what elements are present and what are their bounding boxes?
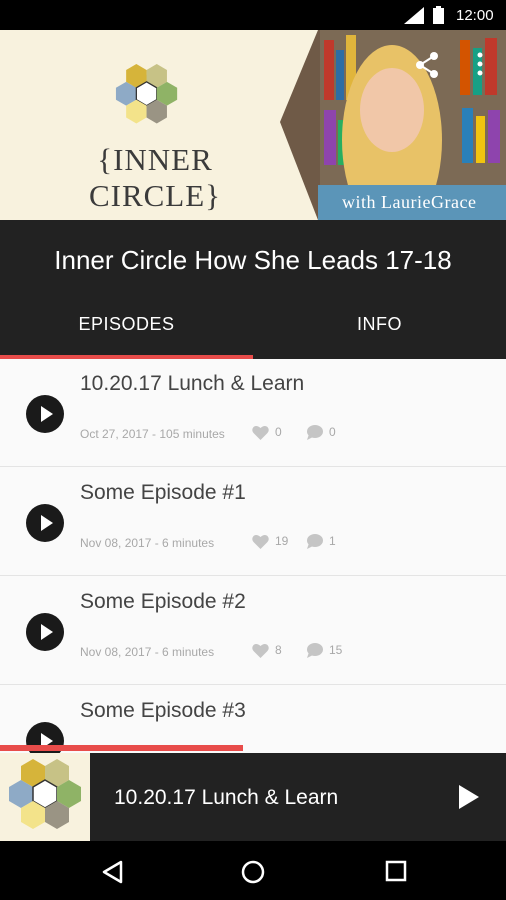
more-vert-icon[interactable] [476,52,484,76]
signal-icon [404,7,424,24]
episode-row[interactable]: Some Episode #3 [0,686,506,753]
status-bar: 12:00 [0,0,506,30]
system-nav-bar [0,841,506,900]
inner-circle-logo [115,64,178,124]
tab-bar: EPISODES INFO [0,302,506,359]
comments-count: 1 [329,534,336,548]
battery-icon [433,6,444,24]
comment-icon [307,643,323,659]
episode-list[interactable]: 10.20.17 Lunch & Learn Oct 27, 2017 - 10… [0,359,506,753]
episode-likes[interactable]: 19 [252,534,289,550]
banner-brand-text: {INNER CIRCLE} [88,142,222,213]
tab-episodes[interactable]: EPISODES [0,302,253,359]
episode-row[interactable]: Some Episode #2 Nov 08, 2017 - 6 minutes… [0,577,506,685]
podcast-banner: {INNER CIRCLE} with LaurieGrace [0,30,506,220]
heart-icon [252,426,269,441]
heart-icon [252,644,269,659]
episode-title: Some Episode #1 [80,481,246,504]
comments-count: 15 [329,643,343,657]
tab-info[interactable]: INFO [253,302,506,359]
episode-title: 10.20.17 Lunch & Learn [80,372,305,395]
home-icon[interactable] [241,860,265,884]
podcast-title-bar: Inner Circle How She Leads 17-18 [0,220,506,302]
episode-likes[interactable]: 0 [252,425,282,441]
share-icon[interactable] [412,50,442,80]
episode-meta: Oct 27, 2017 - 105 minutes [80,427,225,441]
episode-comments[interactable]: 1 [306,534,336,550]
play-icon[interactable] [26,613,64,651]
episode-title: Some Episode #2 [80,590,246,613]
episode-meta: Nov 08, 2017 - 6 minutes [80,645,215,659]
play-icon[interactable] [457,783,481,811]
episode-comments[interactable]: 0 [306,425,336,441]
inner-circle-logo [9,759,81,829]
episode-title: Some Episode #3 [80,699,246,722]
heart-icon [252,535,269,550]
back-icon[interactable] [101,860,123,884]
play-icon[interactable] [26,395,64,433]
mini-player[interactable]: 10.20.17 Lunch & Learn [0,753,506,841]
episode-likes[interactable]: 8 [252,643,282,659]
episode-row[interactable]: 10.20.17 Lunch & Learn Oct 27, 2017 - 10… [0,359,506,467]
podcast-title: Inner Circle How She Leads 17-18 [54,245,452,275]
likes-count: 0 [275,425,282,439]
likes-count: 19 [275,534,289,548]
comments-count: 0 [329,425,336,439]
status-time: 12:00 [456,7,494,24]
episode-comments[interactable]: 15 [306,643,343,659]
now-playing-artwork [0,753,90,841]
host-tag: with LaurieGrace [318,185,506,220]
episode-row[interactable]: Some Episode #1 Nov 08, 2017 - 6 minutes… [0,468,506,576]
likes-count: 8 [275,643,282,657]
play-icon[interactable] [26,504,64,542]
now-playing-title: 10.20.17 Lunch & Learn [114,786,339,809]
playback-progress-bar[interactable] [0,745,243,751]
comment-icon [307,425,323,441]
episode-meta: Nov 08, 2017 - 6 minutes [80,536,215,550]
recents-icon[interactable] [385,860,407,882]
comment-icon [307,534,323,550]
